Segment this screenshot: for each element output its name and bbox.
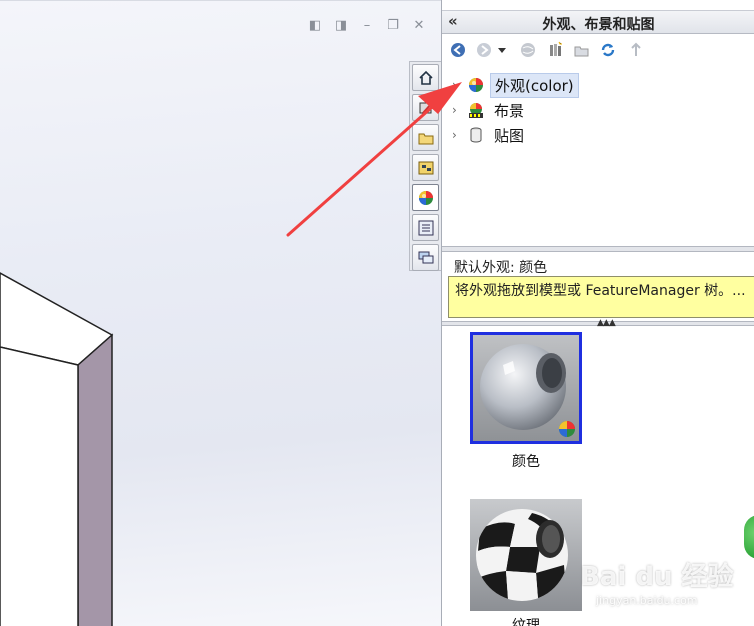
library-icon[interactable]: [546, 40, 566, 60]
tip-box: 将外观拖放到模型或 FeatureManager 树。...: [448, 276, 754, 318]
splitter-grip-icon[interactable]: ▲▲▲: [597, 318, 616, 328]
decal-icon: [466, 125, 486, 145]
appearance-thumbnail-texture[interactable]: [470, 499, 582, 611]
tree-item-decals[interactable]: › 贴图: [452, 124, 528, 146]
chat-icon: [418, 251, 433, 263]
checkered-sphere-image: [470, 499, 582, 611]
file-explorer-tab[interactable]: [412, 124, 439, 151]
up-icon[interactable]: [626, 40, 646, 60]
pane-header: « 外观、布景和贴图: [442, 10, 754, 34]
properties-icon: [418, 220, 433, 235]
history-dropdown-icon[interactable]: [496, 40, 508, 60]
folder-add-icon[interactable]: [572, 40, 592, 60]
3d-content-tab[interactable]: [412, 94, 439, 121]
appearances-task-pane: « 外观、布景和贴图 › 外观(color) › 布景 › 贴图 默认外观: 颜…: [441, 0, 754, 626]
tree-item-label: 外观(color): [490, 72, 579, 98]
view-palette-tab[interactable]: [412, 154, 439, 181]
home-icon: [418, 70, 433, 85]
3d-model-block[interactable]: [0, 1, 441, 626]
default-appearance-label: 默认外观: 颜色: [454, 260, 548, 276]
custom-properties-tab[interactable]: [412, 214, 439, 241]
color-ball-icon: [466, 75, 486, 95]
watermark-brand: Bai du 经验: [580, 562, 734, 592]
folder-icon: [418, 133, 433, 144]
tree-item-scenes[interactable]: › 布景: [452, 99, 528, 121]
model-side-face: [77, 333, 113, 626]
pane-title: 外观、布景和贴图: [542, 17, 655, 33]
view-palette-icon: [418, 161, 433, 174]
task-pane-tabs: [409, 61, 441, 271]
model-front-face: [0, 346, 79, 626]
refresh-icon[interactable]: [598, 40, 618, 60]
world-icon[interactable]: [518, 40, 538, 60]
tree-item-label: 贴图: [494, 126, 525, 145]
glossy-sphere-image: [473, 335, 579, 441]
pane-splitter-top[interactable]: [442, 246, 754, 252]
forward-icon[interactable]: [474, 40, 494, 60]
watermark-url: jingyan.baidu.com: [596, 594, 698, 607]
scene-icon: [466, 100, 486, 120]
pane-toolbar: [442, 36, 754, 64]
thumbnail-label: 纹理: [512, 618, 540, 626]
chevron-right-icon[interactable]: ›: [452, 78, 464, 92]
appearance-thumbnail-color[interactable]: [470, 332, 582, 444]
3d-content-icon: [419, 102, 432, 114]
appearances-tab[interactable]: [412, 184, 439, 211]
color-ball-icon: [418, 190, 433, 205]
home-tab[interactable]: [412, 64, 439, 91]
graphics-viewport[interactable]: ◧ ◨ – ❐ ✕: [0, 0, 441, 626]
forum-tab[interactable]: [412, 244, 439, 271]
back-icon[interactable]: [448, 40, 468, 60]
chevron-right-icon[interactable]: ›: [452, 128, 464, 142]
chevron-right-icon[interactable]: ›: [452, 103, 464, 117]
thumbnail-label: 颜色: [512, 454, 540, 470]
tree-item-label: 布景: [494, 101, 525, 120]
tree-item-appearances[interactable]: › 外观(color): [452, 72, 579, 98]
